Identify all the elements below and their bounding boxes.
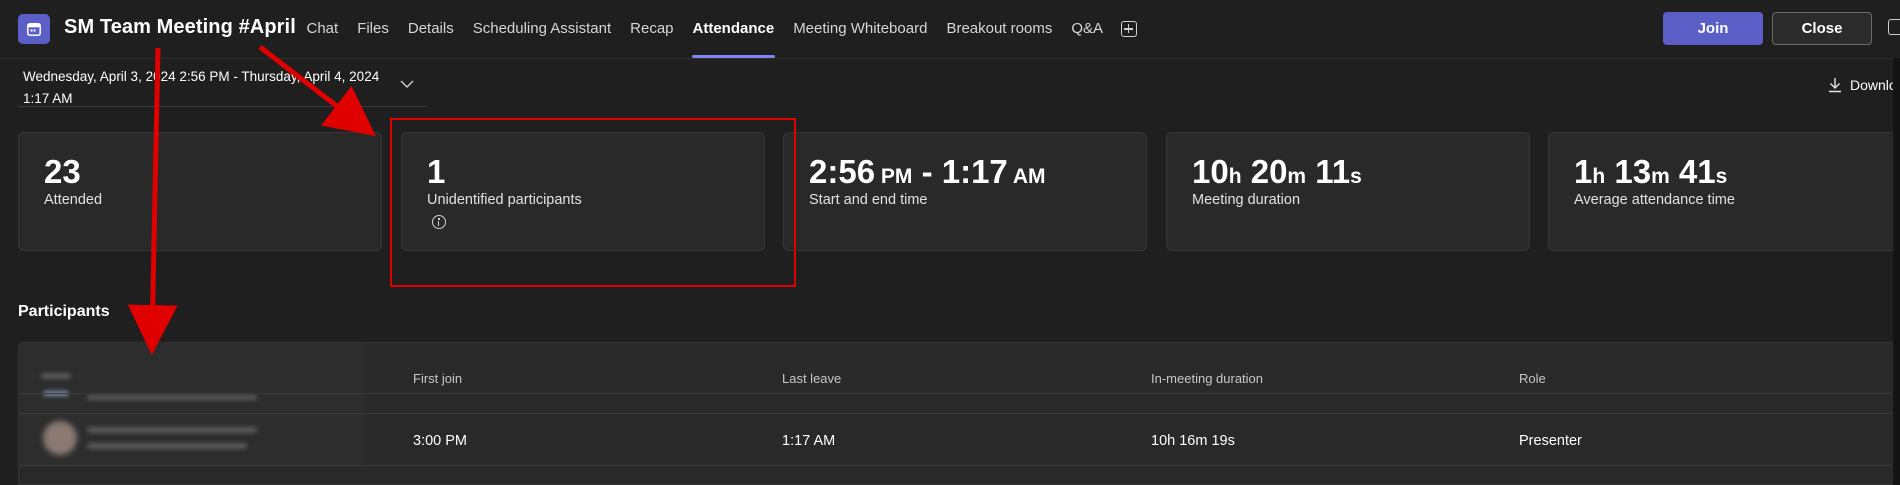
- stat-card-start-end: 2:56 PM - 1:17 AM Start and end time: [783, 132, 1147, 251]
- tab-chat[interactable]: Chat: [297, 0, 348, 58]
- stat-unit: h: [1228, 165, 1242, 188]
- cell-role: Presenter: [1519, 433, 1582, 449]
- tab-qa[interactable]: Q&A: [1062, 0, 1113, 58]
- divider: [19, 393, 1900, 394]
- download-label: Downlo: [1850, 77, 1897, 93]
- stat-card-meeting-duration: 10h 20m 11s Meeting duration: [1166, 132, 1530, 251]
- stat-unit: m: [1287, 165, 1307, 188]
- column-header-last-leave[interactable]: Last leave: [782, 371, 841, 386]
- stat-value: 10h 20m 11s: [1192, 153, 1362, 191]
- tab-bar: Chat Files Details Scheduling Assistant …: [297, 0, 1137, 58]
- chevron-down-icon[interactable]: [400, 80, 414, 89]
- stat-label: Meeting duration: [1192, 192, 1301, 208]
- stat-unit: s: [1715, 165, 1728, 188]
- tab-recap[interactable]: Recap: [621, 0, 683, 58]
- participants-table: First join Last leave In-meeting duratio…: [18, 342, 1900, 485]
- stat-card-average-attendance: 1h 13m 41s Average attendance time: [1548, 132, 1900, 251]
- add-tab-icon[interactable]: [1120, 21, 1137, 37]
- stat-unit: PM: [875, 165, 913, 188]
- cell-last-leave: 1:17 AM: [782, 433, 836, 449]
- tab-scheduling-assistant[interactable]: Scheduling Assistant: [463, 0, 620, 58]
- stat-number: 11: [1306, 153, 1351, 190]
- popout-icon[interactable]: [1888, 19, 1900, 35]
- stat-number: - 1:17: [912, 153, 1008, 190]
- meeting-header: SM Team Meeting #April Chat Files Detail…: [0, 0, 1900, 59]
- redacted-text: [41, 373, 71, 379]
- stat-unit: h: [1592, 165, 1606, 188]
- column-header-duration[interactable]: In-meeting duration: [1151, 371, 1263, 386]
- stat-unit: m: [1651, 165, 1670, 188]
- stat-card-attended: 23 Attended: [18, 132, 382, 251]
- avatar: [43, 421, 77, 455]
- stat-number: 10: [1192, 153, 1229, 190]
- meeting-title: SM Team Meeting #April: [64, 16, 296, 38]
- stat-label: Attended: [44, 192, 103, 208]
- participants-heading: Participants: [18, 303, 110, 320]
- tab-meeting-whiteboard[interactable]: Meeting Whiteboard: [784, 0, 937, 58]
- calendar-icon: [18, 14, 50, 44]
- stat-value: 23: [44, 153, 81, 191]
- stat-label: Average attendance time: [1574, 192, 1735, 208]
- date-range-underline: [18, 106, 426, 107]
- divider: [19, 465, 1900, 466]
- column-header-role[interactable]: Role: [1519, 371, 1546, 386]
- stat-number: 1: [1574, 153, 1593, 190]
- cell-duration: 10h 16m 19s: [1151, 433, 1235, 449]
- close-button[interactable]: Close: [1772, 12, 1872, 45]
- tab-details[interactable]: Details: [398, 0, 463, 58]
- stat-number: 23: [44, 153, 81, 190]
- stat-label: Start and end time: [809, 192, 928, 208]
- stat-number: 13: [1605, 153, 1652, 190]
- redacted-text: [87, 395, 257, 400]
- download-button[interactable]: Downlo: [1828, 77, 1897, 93]
- stat-value: 1h 13m 41s: [1574, 153, 1727, 191]
- tab-attendance[interactable]: Attendance: [683, 0, 784, 58]
- tab-breakout-rooms[interactable]: Breakout rooms: [937, 0, 1062, 58]
- download-icon: [1829, 78, 1841, 93]
- stat-number: 41: [1669, 153, 1716, 190]
- stat-value: 2:56 PM - 1:17 AM: [809, 153, 1046, 191]
- stat-number: 20: [1241, 153, 1288, 190]
- stat-number: 2:56: [809, 153, 876, 190]
- redacted-text: [87, 427, 257, 433]
- annotation-highlight-box: [390, 118, 796, 287]
- tab-files[interactable]: Files: [348, 0, 399, 58]
- column-header-first-join[interactable]: First join: [413, 371, 462, 386]
- divider: [19, 413, 1900, 414]
- scrollbar[interactable]: [1893, 58, 1900, 485]
- cell-first-join: 3:00 PM: [413, 433, 467, 449]
- redacted-text: [87, 443, 247, 449]
- stat-unit: AM: [1007, 165, 1046, 188]
- stat-unit: s: [1350, 165, 1362, 188]
- join-button[interactable]: Join: [1663, 12, 1763, 45]
- date-range-selector[interactable]: Wednesday, April 3, 2024 2:56 PM - Thurs…: [23, 66, 383, 110]
